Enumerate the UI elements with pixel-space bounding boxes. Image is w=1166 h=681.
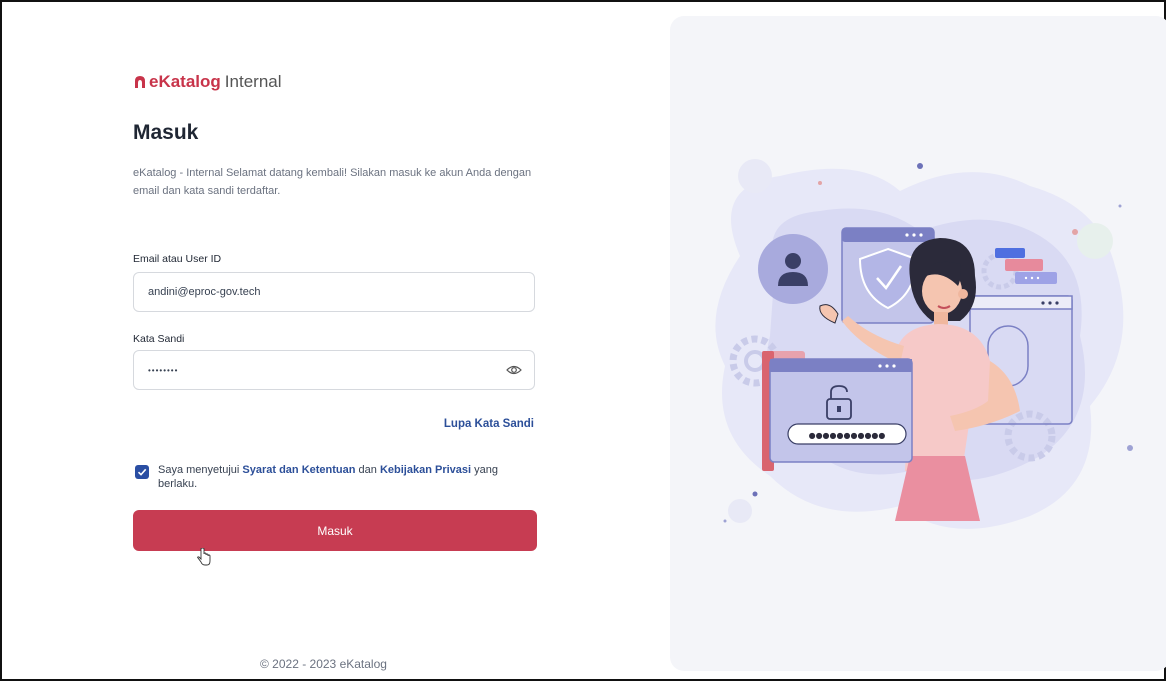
password-field-wrapper — [133, 350, 535, 390]
email-field-wrapper — [133, 272, 535, 312]
ekatalog-logo-icon — [135, 76, 145, 88]
password-label: Kata Sandi — [133, 333, 185, 345]
brand-logo: eKatalog Internal — [133, 72, 282, 92]
check-icon — [137, 468, 147, 476]
email-field[interactable] — [146, 285, 522, 299]
password-field[interactable] — [146, 364, 506, 376]
page-frame: eKatalog Internal Masuk eKatalog - Inter… — [0, 0, 1166, 681]
forgot-password-link[interactable]: Lupa Kata Sandi — [444, 418, 534, 430]
page-description: eKatalog - Internal Selamat datang kemba… — [133, 167, 532, 197]
decor-circle — [738, 159, 772, 193]
agree-prefix: Saya menyetujui — [158, 464, 240, 476]
login-panel: eKatalog Internal Masuk eKatalog - Inter… — [2, 2, 662, 679]
page-title: Masuk — [133, 121, 199, 144]
agree-text: Saya menyetujui Syarat dan Ketentuan dan… — [158, 463, 540, 491]
login-illustration: ●●●●●●●●●●● — [715, 159, 1133, 529]
login-button[interactable]: Masuk — [133, 510, 537, 551]
privacy-link[interactable]: Kebijakan Privasi — [380, 464, 471, 476]
show-password-icon[interactable] — [506, 362, 522, 378]
mouse-pointer-icon — [197, 548, 211, 566]
illustration-password-dots: ●●●●●●●●●●● — [809, 431, 886, 440]
illustration-panel: ●●●●●●●●●●● — [670, 16, 1166, 671]
brand-name: eKatalog — [149, 72, 221, 91]
footer-copyright: © 2022 - 2023 eKatalog — [260, 657, 387, 671]
agree-mid: dan — [358, 464, 377, 476]
email-label: Email atau User ID — [133, 253, 222, 265]
brand-subtitle: Internal — [224, 72, 282, 91]
terms-agreement: Saya menyetujui Syarat dan Ketentuan dan… — [135, 463, 540, 491]
agree-checkbox[interactable] — [135, 465, 149, 479]
terms-link[interactable]: Syarat dan Ketentuan — [242, 464, 355, 476]
